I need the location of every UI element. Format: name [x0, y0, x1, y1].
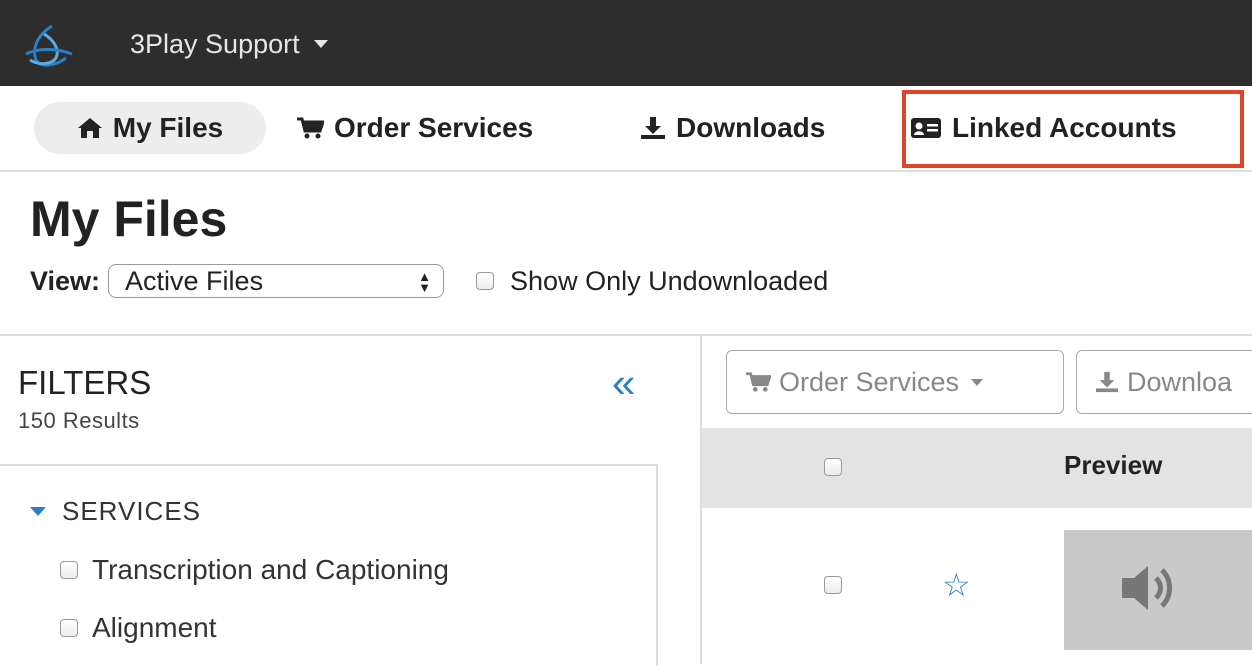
tab-my-files[interactable]: My Files — [34, 102, 266, 154]
download-icon — [1096, 371, 1118, 393]
tab-label: Order Services — [334, 112, 534, 143]
caret-down-icon — [30, 507, 46, 516]
services-section-toggle[interactable]: SERVICES — [30, 496, 201, 527]
filter-label: Alignment — [92, 612, 217, 643]
cart-icon — [297, 117, 324, 139]
filter-item-transcription[interactable]: Transcription and Captioning — [60, 554, 449, 586]
download-label: Downloa — [1127, 366, 1233, 397]
tab-order-services[interactable]: Order Services — [296, 102, 533, 154]
tab-downloads[interactable]: Downloads — [640, 102, 825, 154]
highlight-box — [902, 90, 1244, 168]
view-selected-value: Active Files — [125, 265, 264, 296]
tab-label: My Files — [112, 112, 224, 143]
filter-checkbox[interactable] — [60, 561, 78, 579]
3play-logo-icon[interactable] — [22, 22, 76, 68]
collapse-filters-icon[interactable]: « — [612, 362, 635, 404]
show-only-label: Show Only Undownloaded — [510, 265, 829, 296]
filter-checkbox[interactable] — [60, 619, 78, 637]
preview-column-header: Preview — [1064, 450, 1163, 480]
top-bar: 3Play Support — [0, 0, 1252, 86]
table-header: Preview — [702, 428, 1252, 508]
select-all-checkbox[interactable] — [824, 458, 842, 476]
account-name: 3Play Support — [130, 29, 300, 59]
download-icon — [641, 117, 665, 139]
filter-item-alignment[interactable]: Alignment — [60, 612, 217, 644]
audio-preview-thumbnail[interactable] — [1064, 530, 1252, 650]
cart-icon — [746, 372, 771, 392]
order-services-label: Order Services — [779, 366, 960, 397]
show-only-undownloaded[interactable]: Show Only Undownloaded — [476, 266, 828, 297]
filter-label: Transcription and Captioning — [92, 554, 449, 585]
section-label: SERVICES — [62, 496, 202, 526]
order-services-button[interactable]: Order Services — [726, 350, 1064, 414]
show-only-checkbox[interactable] — [476, 272, 495, 290]
view-select[interactable]: Active Files ▲ ▼ — [108, 264, 445, 298]
tab-label: Downloads — [676, 112, 826, 143]
home-icon — [77, 118, 102, 138]
chevron-down-icon — [313, 40, 328, 48]
select-arrows-icon: ▲ ▼ — [418, 269, 432, 295]
account-dropdown[interactable]: 3Play Support — [130, 26, 328, 62]
row-checkbox[interactable] — [824, 576, 842, 594]
view-label: View: — [30, 265, 101, 296]
filters-title: FILTERS — [18, 364, 152, 401]
star-icon[interactable]: ☆ — [942, 566, 971, 604]
table-row: ☆ — [702, 508, 1252, 664]
download-button[interactable]: Downloa — [1076, 350, 1252, 414]
chevron-down-icon — [971, 378, 984, 386]
speaker-icon — [1122, 566, 1172, 610]
filters-list: SERVICES Transcription and Captioning Al… — [0, 464, 658, 666]
files-pane: Order Services Downloa Preview ☆ — [700, 334, 1252, 664]
filters-panel: FILTERS 150 Results « SERVICES Transcrip… — [0, 334, 700, 666]
view-controls: View: Active Files ▲ ▼ Show Only Undownlo… — [30, 262, 828, 300]
results-count: 150 Results — [18, 408, 140, 433]
page-title: My Files — [30, 191, 228, 247]
